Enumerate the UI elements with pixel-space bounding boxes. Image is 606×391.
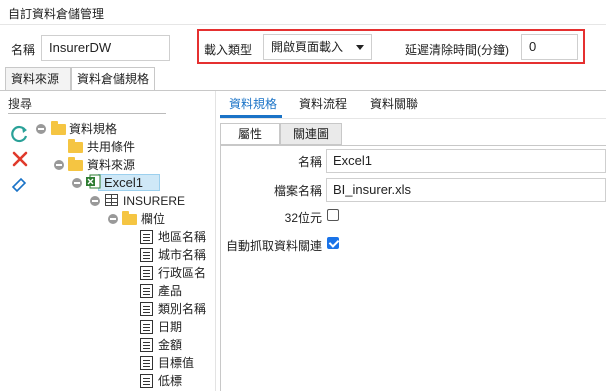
load-type-select[interactable]: 開啟頁面載入 xyxy=(263,34,372,60)
search-underline xyxy=(8,113,166,114)
tab-divider xyxy=(220,118,606,119)
cleanup-input[interactable]: 0 xyxy=(521,34,578,60)
refresh-icon[interactable] xyxy=(10,124,30,144)
field-icon xyxy=(140,284,153,298)
load-type-value: 開啟頁面載入 xyxy=(271,40,344,54)
excel-icon xyxy=(86,174,101,189)
field-item[interactable]: 日期 xyxy=(158,318,182,336)
collapse-icon[interactable] xyxy=(54,160,64,170)
cleanup-label: 延遲清除時間(分鐘) xyxy=(405,43,509,57)
prop-auto-checkbox[interactable] xyxy=(327,237,339,249)
tab-data-spec[interactable]: 資料規格 xyxy=(229,96,277,112)
tree-node-fields[interactable]: 欄位 xyxy=(141,210,165,228)
field-item[interactable]: 行政區名 xyxy=(158,264,206,282)
name-label: 名稱 xyxy=(11,43,36,57)
prop-auto-label: 自動抓取資料關連 xyxy=(225,239,322,253)
field-item[interactable]: 目標值 xyxy=(158,354,194,372)
folder-icon xyxy=(68,139,83,153)
field-icon xyxy=(140,356,153,370)
tab-data-source[interactable]: 資料來源 xyxy=(5,67,71,90)
tree-node-excel[interactable]: Excel1 xyxy=(104,174,143,192)
tree-node-common[interactable]: 共用條件 xyxy=(87,138,135,156)
tab-data-relation[interactable]: 資料關聯 xyxy=(370,96,418,112)
load-type-label: 載入類型 xyxy=(204,43,253,57)
folder-icon xyxy=(122,211,137,225)
field-icon xyxy=(140,230,153,244)
field-icon xyxy=(140,248,153,262)
field-icon xyxy=(140,302,153,316)
field-item[interactable]: 產品 xyxy=(158,282,182,300)
edit-icon[interactable] xyxy=(10,174,30,194)
field-item[interactable]: 城市名稱 xyxy=(158,246,206,264)
collapse-icon[interactable] xyxy=(36,124,46,134)
tab-warehouse-spec[interactable]: 資料倉儲規格 xyxy=(71,67,155,90)
field-icon xyxy=(140,320,153,334)
chevron-down-icon xyxy=(356,45,364,50)
tree-node-spec[interactable]: 資料規格 xyxy=(69,120,117,138)
tree-node-insurere[interactable]: INSURERE xyxy=(123,192,185,210)
delete-icon[interactable] xyxy=(10,149,30,169)
pane-splitter[interactable] xyxy=(215,91,216,391)
tree-node-source[interactable]: 資料來源 xyxy=(87,156,135,174)
collapse-icon[interactable] xyxy=(72,178,82,188)
table-icon xyxy=(105,194,118,206)
field-item[interactable]: 類別名稱 xyxy=(158,300,206,318)
collapse-icon[interactable] xyxy=(108,214,118,224)
name-input[interactable]: InsurerDW xyxy=(41,35,170,61)
tab-divider xyxy=(0,90,606,91)
field-icon xyxy=(140,374,153,388)
tab-properties[interactable]: 屬性 xyxy=(220,123,280,145)
field-item[interactable]: 低標 xyxy=(158,372,182,390)
tab-relation-diagram[interactable]: 關連圖 xyxy=(280,123,342,145)
header-divider xyxy=(0,24,606,25)
folder-icon xyxy=(51,121,66,135)
prop-file-label: 檔案名稱 xyxy=(273,184,322,198)
field-item[interactable]: 金額 xyxy=(158,336,182,354)
prop-name-input[interactable]: Excel1 xyxy=(326,149,606,173)
tab-data-flow[interactable]: 資料流程 xyxy=(299,96,347,112)
prop-32bit-label: 32位元 xyxy=(284,211,322,225)
field-icon xyxy=(140,266,153,280)
prop-file-input[interactable]: BI_insurer.xls xyxy=(326,178,606,202)
prop-name-label: 名稱 xyxy=(297,155,322,169)
collapse-icon[interactable] xyxy=(90,196,100,206)
prop-32bit-checkbox[interactable] xyxy=(327,209,339,221)
tree-search-input[interactable]: 搜尋 xyxy=(8,95,168,113)
window-title: 自訂資料倉儲管理 xyxy=(8,7,105,21)
field-icon xyxy=(140,338,153,352)
folder-icon xyxy=(68,157,83,171)
field-item[interactable]: 地區名稱 xyxy=(158,228,206,246)
